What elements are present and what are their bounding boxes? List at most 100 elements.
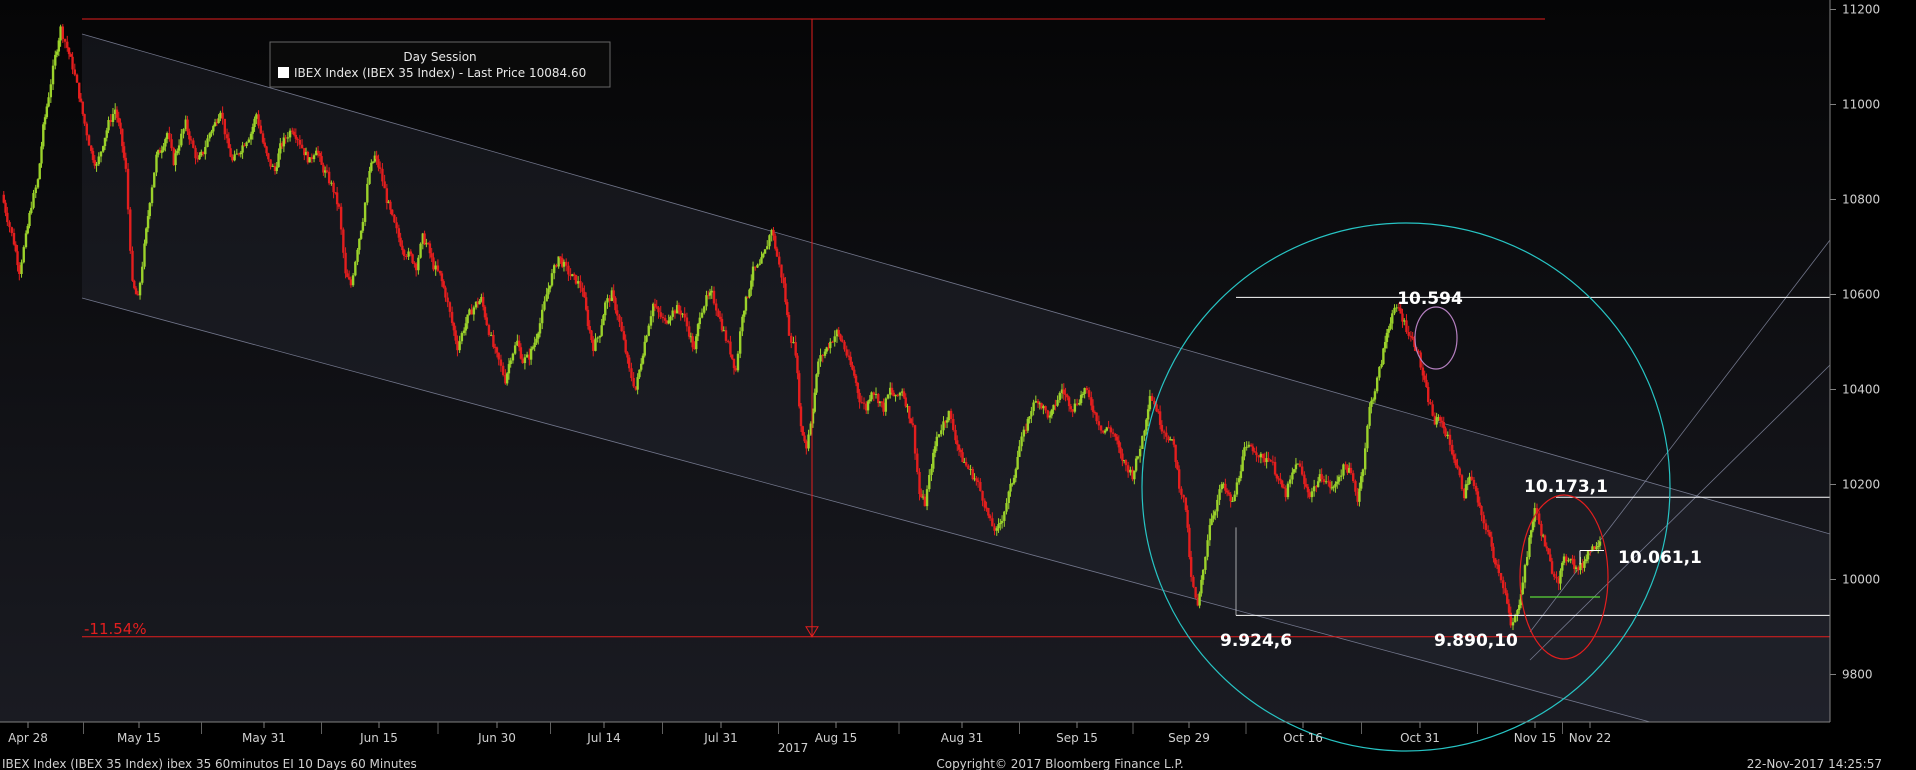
candle-body [645, 335, 648, 342]
candle-body [1306, 486, 1310, 493]
candle-body [409, 251, 413, 255]
candle-body [983, 500, 986, 508]
candle-body [115, 109, 119, 118]
candle-body [507, 364, 511, 374]
candle-body [342, 229, 345, 253]
candle-body [531, 347, 535, 349]
candle-body [908, 406, 911, 419]
candle-body [772, 229, 775, 236]
candle-body [1032, 402, 1035, 412]
candle-body [325, 170, 329, 172]
x-tick-label: Oct 31 [1400, 731, 1440, 745]
candle-body [49, 84, 53, 98]
candle-body [1046, 410, 1050, 418]
candle-body [16, 251, 19, 266]
candle-body [1304, 484, 1308, 487]
candle-body [937, 434, 941, 437]
candle-body [1492, 546, 1495, 559]
candle-body [201, 151, 205, 155]
candle-body [705, 295, 708, 307]
candle-body [1117, 440, 1121, 448]
candle-body [282, 137, 286, 147]
candle-body [1332, 486, 1335, 488]
candle-body [1136, 456, 1140, 459]
candle-body [1073, 403, 1077, 412]
candle-body [129, 209, 132, 251]
candle-body [909, 418, 913, 424]
candle-body [1022, 429, 1026, 437]
candle-body [784, 283, 787, 303]
candle-body [1020, 436, 1023, 447]
candle-body [1213, 511, 1217, 516]
candle-body [204, 146, 207, 155]
candle-body [799, 406, 803, 427]
candle-body [1034, 401, 1038, 403]
candle-body [997, 524, 1000, 529]
candle-body [763, 249, 767, 254]
candle-body [1218, 489, 1221, 500]
candle-body [83, 114, 86, 124]
candle-body [1237, 478, 1241, 483]
candle-body [399, 237, 402, 246]
candle-body [590, 330, 593, 340]
candle-body [134, 288, 138, 295]
candle-body [1370, 400, 1373, 407]
candle-body [375, 155, 378, 160]
candle-body [497, 352, 500, 360]
candle-body [99, 151, 103, 157]
candle-body [1484, 523, 1488, 531]
candle-body [581, 287, 584, 292]
candle-body [472, 307, 476, 315]
candle-body [837, 330, 840, 335]
candle-body [1342, 464, 1345, 476]
candle-body [231, 156, 234, 161]
candle-body [734, 368, 737, 371]
y-tick-label: 10600 [1842, 288, 1880, 302]
candle-body [57, 40, 61, 52]
candle-body [265, 146, 268, 154]
candle-body [995, 528, 998, 531]
candle-body [616, 310, 619, 316]
candle-body [122, 146, 126, 158]
candle-body [124, 157, 128, 169]
candle-body [732, 358, 736, 369]
candle-body [724, 330, 728, 341]
candle-body [271, 165, 274, 167]
candle-body [1435, 417, 1438, 425]
x-tick-label: Oct 16 [1283, 731, 1323, 745]
candle-body [133, 280, 136, 289]
candle-body [192, 140, 195, 148]
candle-body [1448, 434, 1452, 445]
candle-body [397, 228, 401, 238]
candle-body [1474, 485, 1478, 492]
candle-body [957, 444, 961, 450]
candle-body [1511, 622, 1515, 626]
candle-body [458, 341, 461, 351]
candle-body [564, 261, 568, 266]
candle-body [933, 446, 937, 453]
candle-body [1411, 336, 1414, 339]
candle-body [1598, 541, 1602, 546]
candle-body [405, 256, 408, 258]
candle-body [448, 302, 452, 312]
candle-body [1114, 433, 1117, 437]
candle-body [1595, 547, 1598, 550]
candle-body [552, 265, 556, 274]
candle-body [853, 369, 856, 376]
candle-body [790, 335, 793, 343]
candle-body [722, 330, 725, 332]
candle-body [1042, 406, 1045, 409]
candle-body [150, 187, 154, 204]
candle-body [349, 279, 353, 286]
candle-body [1048, 415, 1052, 418]
candle-body [460, 333, 464, 342]
candle-body [586, 309, 590, 327]
candle-body [1241, 456, 1244, 472]
candle-body [653, 303, 657, 307]
candle-body [1075, 403, 1079, 405]
candle-body [1322, 479, 1326, 482]
candle-body [1466, 484, 1469, 486]
candle-body [911, 423, 915, 426]
candle-body [1399, 308, 1402, 314]
candle-body [695, 336, 698, 350]
